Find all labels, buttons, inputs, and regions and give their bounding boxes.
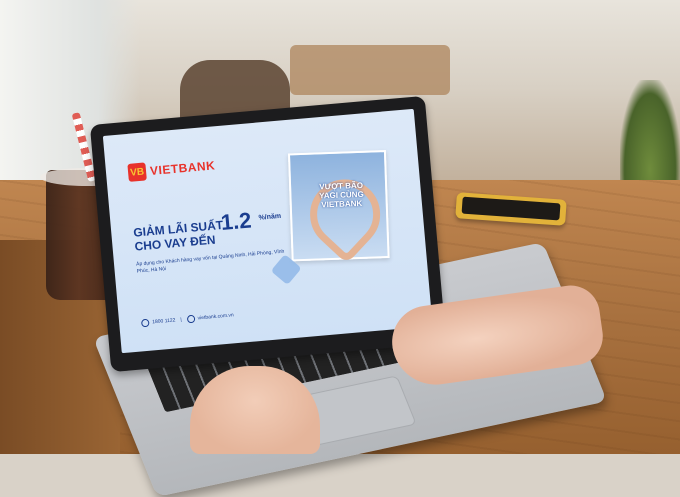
background-shelf [290,45,450,95]
laptop-screen: VB VIETBANK GIẢM LÃI SUẤT CHO VAY ĐẾN 1.… [102,108,433,354]
website: vietbank.com.vn [197,312,234,322]
cafe-scene: VB VIETBANK GIẢM LÃI SUẤT CHO VAY ĐẾN 1.… [0,0,680,497]
campaign-title: VƯỢT BÃO YAGI CÙNG VIETBANK [318,180,364,210]
ad-subtext: Áp dụng cho Khách hàng vay vốn tại Quảng… [135,248,285,275]
phone-icon [140,318,150,328]
hotline: 1800 1122 [152,317,176,326]
interest-rate: 1.2 [219,207,253,236]
heart-hands-image [295,165,395,264]
contact-bar: 1800 1122 | vietbank.com.vn [140,311,234,328]
globe-icon [186,314,196,324]
vietbank-logo: VB VIETBANK [127,156,216,182]
phone-screen [461,196,561,221]
campaign-photo: VƯỢT BÃO YAGI CÙNG VIETBANK [287,150,395,264]
contact-divider: | [180,316,182,323]
logo-text: VIETBANK [149,158,216,179]
logo-mark: VB [127,162,147,182]
